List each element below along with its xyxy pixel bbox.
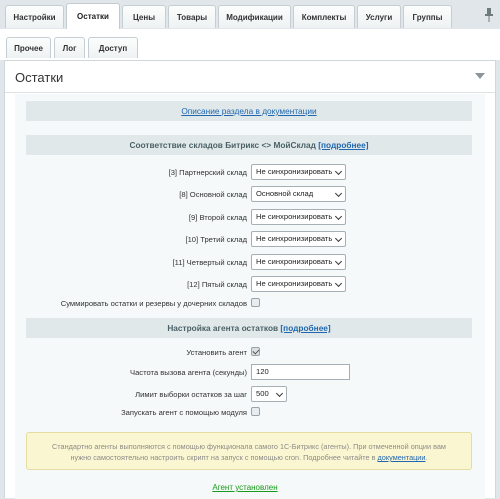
subtab-access[interactable]: Доступ [88,37,138,58]
subtabs-area: Прочее Лог Доступ [0,29,500,60]
warehouse-select-value: Не синхронизировать [256,167,333,176]
warehouse-label: [9] Второй склад [188,213,247,222]
agent-frequency-input[interactable]: 120 [251,364,350,380]
warehouse-label: [10] Третий склад [185,235,247,244]
notice-line-end: . [425,453,428,462]
subtab-other[interactable]: Прочее [6,37,51,58]
warehouse-select[interactable]: Не синхронизировать [251,231,346,247]
notice-line-text: нужно самостоятельно настроить скрипт на… [70,453,376,462]
chevron-down-icon [334,167,343,176]
doc-link[interactable]: Описание раздела в документации [181,106,316,116]
warehouse-select[interactable]: Основной склад [251,186,346,202]
warehouses-more-link[interactable]: [подробнее] [318,140,368,150]
warehouse-select-value: Не синхронизировать [256,279,333,288]
warehouse-select[interactable]: Не синхронизировать [251,209,346,225]
agent-more-link[interactable]: [подробнее] [280,323,330,333]
tab-services[interactable]: Услуги [357,5,401,28]
agent-frequency-label: Частота вызова агента (секунды) [130,368,247,377]
pin-icon[interactable] [484,8,494,22]
chevron-down-icon [334,257,343,266]
agent-section-title: Настройка агента остатков [167,323,279,333]
stock-limit-label: Лимит выборки остатков за шаг [135,390,247,399]
warehouse-select[interactable]: Не синхронизировать [251,276,346,292]
stock-limit-select[interactable]: 500 [251,386,287,402]
agent-section-header: Настройка агента остатков [подробнее] [26,318,472,338]
warehouse-label: [12] Пятый склад [187,280,247,289]
agent-status: Агент установлен [0,483,490,492]
install-agent-checkbox[interactable] [251,347,260,356]
chevron-down-icon [334,234,343,243]
warehouse-label: [11] Четвертый склад [172,258,247,267]
run-via-module-label: Запускать агент с помощью модуля [121,408,247,417]
documentation-link[interactable]: документации [378,453,426,462]
warehouse-select[interactable]: Не синхронизировать [251,254,346,270]
tab-modifications[interactable]: Модификации [218,5,291,28]
chevron-down-icon [334,189,343,198]
stock-limit-value: 500 [256,389,269,398]
tab-products[interactable]: Товары [168,5,216,28]
warehouse-select[interactable]: Не синхронизировать [251,164,346,180]
chevron-down-icon [275,389,284,398]
subtab-log[interactable]: Лог [54,37,85,58]
run-via-module-checkbox[interactable] [251,407,260,416]
tab-stock[interactable]: Остатки [66,3,120,29]
doc-bar: Описание раздела в документации [26,101,472,121]
sum-children-checkbox[interactable] [251,298,260,307]
tab-prices[interactable]: Цены [122,5,166,28]
tab-bundles[interactable]: Комплекты [293,5,355,28]
agent-status-link[interactable]: Агент установлен [212,483,277,492]
notice-line: Стандартно агенты выполняются с помощью … [52,442,446,451]
sum-children-label: Суммировать остатки и резервы у дочерних… [60,299,247,308]
warehouse-select-value: Не синхронизировать [256,212,333,221]
tab-groups[interactable]: Группы [403,5,452,28]
panel-header: Остатки [5,61,495,93]
warehouse-label: [8] Основной склад [179,190,247,199]
notice-line: нужно самостоятельно настроить скрипт на… [27,452,471,463]
warehouses-section-title: Соответствие складов Битрикс <> МойСклад [129,140,316,150]
cron-notice: Стандартно агенты выполняются с помощью … [26,432,472,470]
warehouse-select-value: Не синхронизировать [256,234,333,243]
panel-title: Остатки [15,70,64,85]
warehouse-select-value: Основной склад [256,189,314,198]
install-agent-label: Установить агент [186,348,247,357]
chevron-down-icon [334,279,343,288]
warehouse-label: [3] Партнерский склад [168,168,247,177]
tab-settings[interactable]: Настройки [5,5,64,28]
warehouses-section-header: Соответствие складов Битрикс <> МойСклад… [26,135,472,155]
chevron-down-icon [334,212,343,221]
collapse-icon[interactable] [475,73,485,79]
warehouse-select-value: Не синхронизировать [256,257,333,266]
